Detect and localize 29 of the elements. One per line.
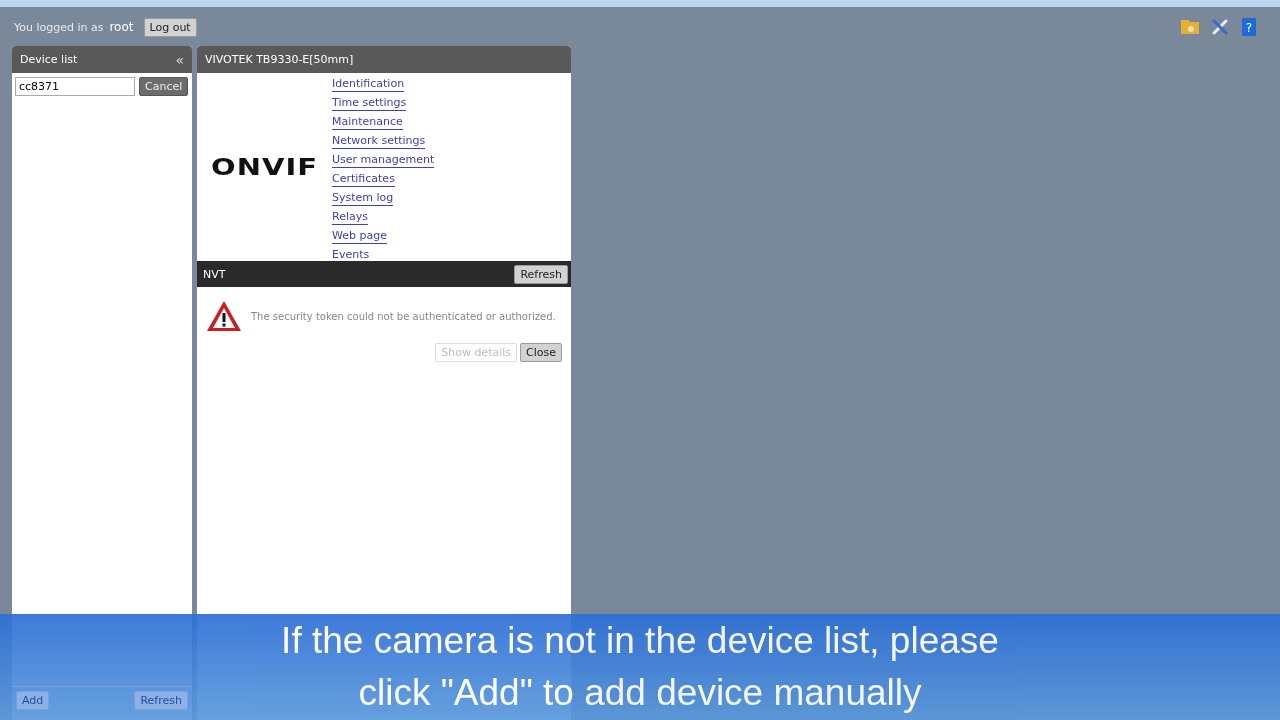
settings-link[interactable]: User management <box>332 152 435 168</box>
subtitle-line: click "Add" to add device manually <box>358 671 922 715</box>
settings-link[interactable]: Maintenance <box>332 114 403 130</box>
help-book-icon[interactable]: ? <box>1240 17 1258 37</box>
settings-link[interactable]: System log <box>332 190 394 206</box>
settings-link[interactable]: Identification <box>332 76 405 92</box>
section-title: NVT <box>203 267 226 281</box>
search-field[interactable]: cc8371 <box>15 77 135 96</box>
settings-link[interactable]: Certificates <box>332 171 395 187</box>
login-label: You logged in as <box>14 20 104 34</box>
settings-link[interactable]: Network settings <box>332 133 426 149</box>
add-button[interactable]: Add <box>16 691 50 710</box>
settings-link[interactable]: Time settings <box>332 95 407 111</box>
cancel-button[interactable]: Cancel <box>139 77 189 96</box>
panel-title: Device list <box>20 53 78 66</box>
logout-button[interactable]: Log out <box>143 17 197 37</box>
refresh-button[interactable]: Refresh <box>134 691 188 710</box>
warning-icon <box>205 299 243 333</box>
logo: ONVIF <box>211 153 318 181</box>
refresh-button[interactable]: Refresh <box>514 264 568 284</box>
subtitle-line: If the camera is not in the device list, please <box>281 619 999 663</box>
collapse-button[interactable]: « <box>175 51 184 68</box>
settings-link[interactable]: Web page <box>332 228 387 244</box>
settings-icon[interactable] <box>1210 17 1230 37</box>
panel-title: VIVOTEK TB9330-E[50mm] <box>205 53 354 66</box>
username: root <box>109 20 134 34</box>
dialog-button[interactable]: Close <box>520 343 562 362</box>
settings-link[interactable]: Relays <box>332 209 368 225</box>
error-message: The security token could not be authenticated or authorized. <box>251 310 556 322</box>
